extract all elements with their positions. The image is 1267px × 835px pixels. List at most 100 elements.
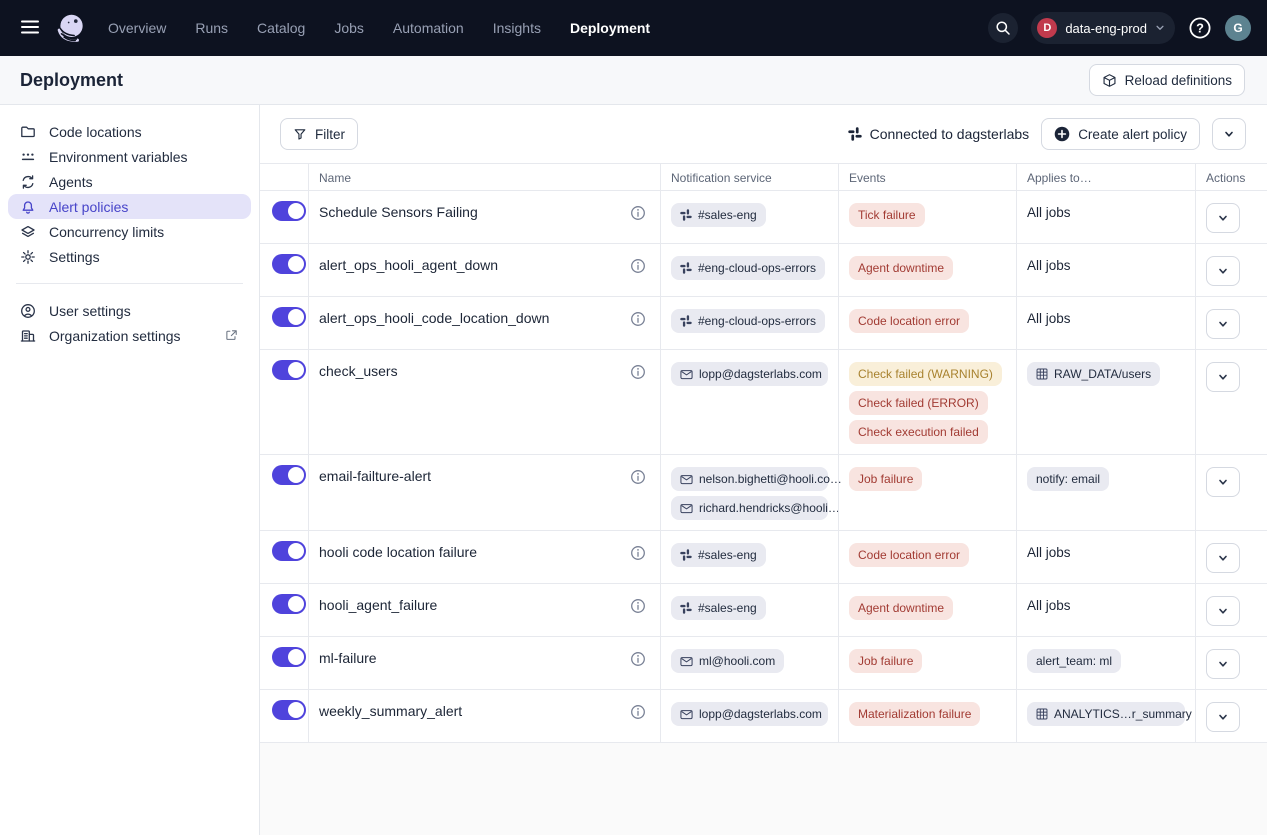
table-grid-icon xyxy=(1036,368,1048,380)
search-button[interactable] xyxy=(988,13,1018,43)
notification-label: richard.hendricks@hooli… xyxy=(699,501,840,515)
search-icon xyxy=(995,20,1011,36)
hamburger-menu-icon[interactable] xyxy=(16,13,44,44)
alert-enabled-toggle[interactable] xyxy=(272,541,306,561)
toggle-knob xyxy=(288,649,304,665)
more-actions-button[interactable] xyxy=(1212,118,1246,150)
name-cell: ml-failure xyxy=(308,637,660,689)
notification-cell: nelson.bighetti@hooli.co…richard.hendric… xyxy=(660,455,838,530)
reload-definitions-button[interactable]: Reload definitions xyxy=(1089,64,1245,96)
nav-item-automation[interactable]: Automation xyxy=(393,20,464,36)
notification-cell: lopp@dagsterlabs.com xyxy=(660,690,838,742)
row-actions-button[interactable] xyxy=(1206,649,1240,679)
info-icon[interactable] xyxy=(630,469,646,485)
info-icon[interactable] xyxy=(630,651,646,667)
sidebar-item-label: User settings xyxy=(49,303,131,319)
events-cell: Code location error xyxy=(838,297,1016,349)
sidebar-item-concurrency-limits[interactable]: Concurrency limits xyxy=(8,219,251,244)
help-button[interactable]: ? xyxy=(1188,16,1212,40)
event-badge: Job failure xyxy=(849,649,922,673)
sidebar-item-organization-settings[interactable]: Organization settings xyxy=(8,323,251,348)
info-icon[interactable] xyxy=(630,598,646,614)
actions-cell xyxy=(1195,455,1267,530)
alert-enabled-toggle[interactable] xyxy=(272,594,306,614)
agents-icon xyxy=(20,174,36,190)
alert-enabled-toggle[interactable] xyxy=(272,254,306,274)
row-actions-button[interactable] xyxy=(1206,467,1240,497)
info-icon[interactable] xyxy=(630,545,646,561)
applies-to-cell: alert_team: ml xyxy=(1016,637,1195,689)
toggle-cell xyxy=(260,244,308,296)
sidebar-item-code-locations[interactable]: Code locations xyxy=(8,119,251,144)
filter-button[interactable]: Filter xyxy=(280,118,358,150)
envelope-icon xyxy=(680,368,693,381)
envelope-icon xyxy=(680,473,693,486)
row-actions-button[interactable] xyxy=(1206,309,1240,339)
event-badge: Code location error xyxy=(849,543,969,567)
events-cell: Agent downtime xyxy=(838,584,1016,636)
actions-cell xyxy=(1195,531,1267,583)
event-list: Check failed (WARNING)Check failed (ERRO… xyxy=(849,362,1006,444)
sidebar-item-user-settings[interactable]: User settings xyxy=(8,298,251,323)
toggle-knob xyxy=(288,362,304,378)
dagster-logo-icon[interactable] xyxy=(54,11,88,45)
nav-item-jobs[interactable]: Jobs xyxy=(334,20,364,36)
table-row: ml-failureml@hooli.comJob failurealert_t… xyxy=(260,637,1267,690)
toggle-cell xyxy=(260,690,308,742)
toggle-cell xyxy=(260,350,308,454)
info-icon[interactable] xyxy=(630,311,646,327)
info-icon[interactable] xyxy=(630,364,646,380)
sidebar-item-environment-variables[interactable]: Environment variables xyxy=(8,144,251,169)
row-actions-button[interactable] xyxy=(1206,256,1240,286)
notification-list: #sales-eng xyxy=(671,596,828,620)
slack-icon xyxy=(680,315,692,327)
nav-item-deployment[interactable]: Deployment xyxy=(570,20,650,36)
nav-item-insights[interactable]: Insights xyxy=(493,20,541,36)
applies-to-cell: All jobs xyxy=(1016,531,1195,583)
notification-cell: #sales-eng xyxy=(660,191,838,243)
row-actions-button[interactable] xyxy=(1206,362,1240,392)
row-actions-button[interactable] xyxy=(1206,702,1240,732)
nav-item-overview[interactable]: Overview xyxy=(108,20,166,36)
sidebar-item-agents[interactable]: Agents xyxy=(8,169,251,194)
notification-pill: #eng-cloud-ops-errors xyxy=(671,309,825,333)
toggle-knob xyxy=(288,309,304,325)
nav-item-catalog[interactable]: Catalog xyxy=(257,20,305,36)
notification-pill: #sales-eng xyxy=(671,596,766,620)
alert-policy-name: ml-failure xyxy=(319,650,377,666)
alert-enabled-toggle[interactable] xyxy=(272,307,306,327)
alert-enabled-toggle[interactable] xyxy=(272,647,306,667)
alert-enabled-toggle[interactable] xyxy=(272,700,306,720)
notification-list: nelson.bighetti@hooli.co…richard.hendric… xyxy=(671,467,828,520)
user-avatar[interactable]: G xyxy=(1225,15,1251,41)
deployment-switcher[interactable]: D data-eng-prod xyxy=(1031,12,1175,44)
info-icon[interactable] xyxy=(630,704,646,720)
sidebar-item-alert-policies[interactable]: Alert policies xyxy=(8,194,251,219)
nav-item-runs[interactable]: Runs xyxy=(195,20,228,36)
sidebar-item-settings[interactable]: Settings xyxy=(8,244,251,269)
column-header: Applies to… xyxy=(1016,164,1195,190)
external-link-icon xyxy=(223,328,239,344)
slack-icon xyxy=(680,262,692,274)
notification-cell: #sales-eng xyxy=(660,531,838,583)
header-toggle-column xyxy=(260,164,308,190)
applies-to-pill: alert_team: ml xyxy=(1027,649,1121,673)
toggle-knob xyxy=(288,256,304,272)
alert-enabled-toggle[interactable] xyxy=(272,360,306,380)
alert-enabled-toggle[interactable] xyxy=(272,201,306,221)
info-icon[interactable] xyxy=(630,258,646,274)
deployment-avatar: D xyxy=(1037,18,1057,38)
alert-policy-name: hooli code location failure xyxy=(319,544,477,560)
page-header: Deployment Reload definitions xyxy=(0,56,1267,105)
row-actions-button[interactable] xyxy=(1206,543,1240,573)
create-alert-policy-button[interactable]: Create alert policy xyxy=(1041,118,1200,150)
row-actions-button[interactable] xyxy=(1206,203,1240,233)
alert-enabled-toggle[interactable] xyxy=(272,465,306,485)
toggle-cell xyxy=(260,455,308,530)
row-actions-button[interactable] xyxy=(1206,596,1240,626)
bell-icon xyxy=(20,199,36,215)
info-icon[interactable] xyxy=(630,205,646,221)
events-cell: Job failure xyxy=(838,455,1016,530)
events-cell: Check failed (WARNING)Check failed (ERRO… xyxy=(838,350,1016,454)
applies-to-pill: notify: email xyxy=(1027,467,1109,491)
